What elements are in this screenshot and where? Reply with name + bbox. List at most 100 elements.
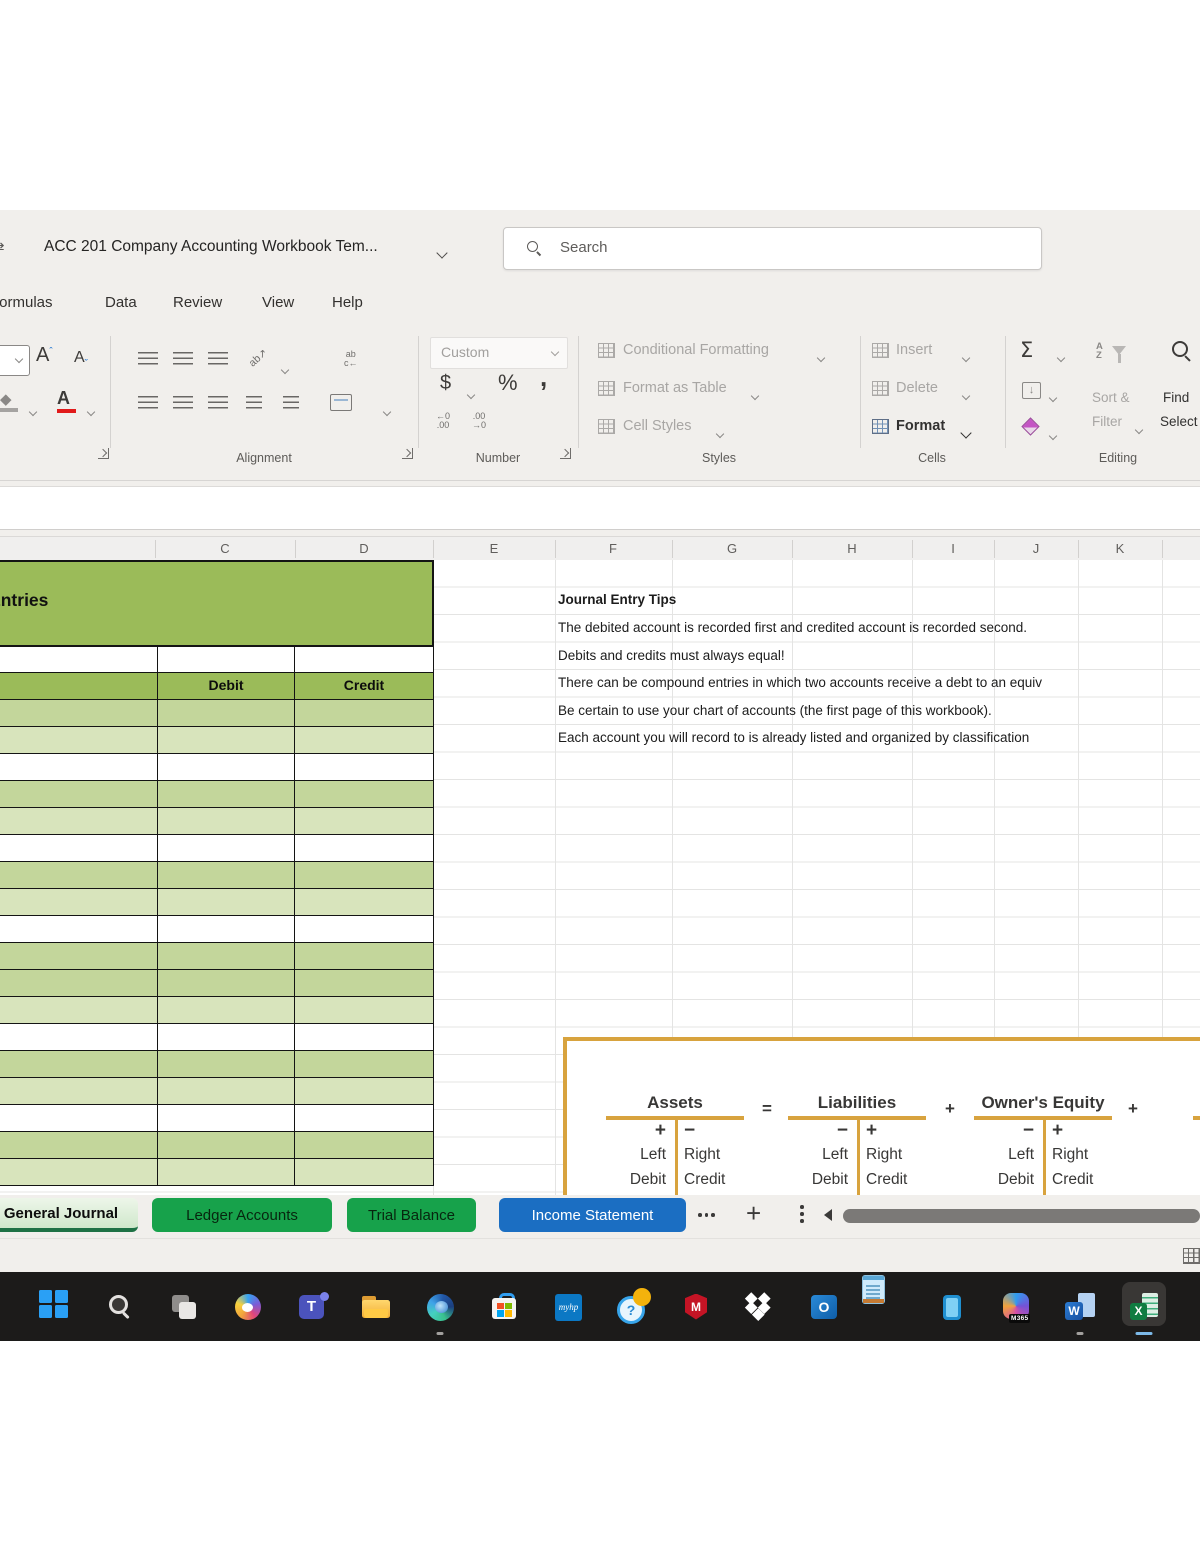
table-cell[interactable] xyxy=(158,647,295,672)
store-icon[interactable] xyxy=(487,1290,521,1324)
debit-cell[interactable] xyxy=(158,808,295,834)
alignment-dialog-launcher[interactable] xyxy=(402,448,413,459)
sheet-grid[interactable]: Journal EntriesDebitCreditJournal Entry … xyxy=(0,560,1200,1195)
taskbar-slot-mcafee[interactable]: M xyxy=(664,1272,728,1341)
autosum-chevron[interactable] xyxy=(1058,348,1064,366)
journal-entries-title-cell[interactable]: Journal Entries xyxy=(0,560,434,647)
account-cell[interactable] xyxy=(0,1051,158,1077)
help-icon[interactable]: ? xyxy=(615,1290,649,1324)
credit-cell[interactable] xyxy=(295,997,434,1023)
taskbar-slot-excel[interactable]: X xyxy=(1112,1272,1176,1341)
sort-filter-chevron[interactable] xyxy=(1136,420,1142,438)
debit-cell[interactable] xyxy=(158,835,295,861)
account-cell[interactable] xyxy=(0,700,158,726)
taskbar-slot-help[interactable]: ? xyxy=(600,1272,664,1341)
debit-cell[interactable] xyxy=(158,781,295,807)
account-cell[interactable] xyxy=(0,862,158,888)
account-cell[interactable] xyxy=(0,835,158,861)
account-cell[interactable] xyxy=(0,943,158,969)
taskbar-slot-phone-link[interactable] xyxy=(920,1272,984,1341)
credit-cell[interactable] xyxy=(295,700,434,726)
taskbar-slot-file-explorer[interactable] xyxy=(344,1272,408,1341)
menu-tab-help[interactable]: Help xyxy=(332,294,363,311)
menu-tab-review[interactable]: Review xyxy=(173,294,222,311)
format-button[interactable]: Format xyxy=(896,418,945,434)
mcafee-icon[interactable]: M xyxy=(679,1290,713,1324)
m365-copilot-icon[interactable]: M365 xyxy=(999,1290,1033,1324)
merge-center-chevron[interactable] xyxy=(384,402,390,420)
credit-cell[interactable] xyxy=(295,970,434,996)
account-cell[interactable] xyxy=(0,808,158,834)
account-cell[interactable] xyxy=(0,970,158,996)
credit-cell[interactable] xyxy=(295,1159,434,1185)
orientation-chevron[interactable] xyxy=(282,360,288,378)
credit-header-cell[interactable]: Credit xyxy=(295,673,434,699)
search-box[interactable]: Search xyxy=(503,227,1042,270)
credit-cell[interactable] xyxy=(295,727,434,753)
debit-cell[interactable] xyxy=(158,1105,295,1131)
number-format-dropdown[interactable]: Custom xyxy=(430,337,568,369)
taskbar-slot-myhp[interactable]: myhp xyxy=(536,1272,600,1341)
column-header-D[interactable]: D xyxy=(359,541,368,556)
align-right-icon[interactable] xyxy=(208,396,228,409)
credit-cell[interactable] xyxy=(295,781,434,807)
table-cell[interactable] xyxy=(0,647,158,672)
sheet-tab-trial-balance[interactable]: Trial Balance xyxy=(347,1198,476,1232)
cell-styles-button[interactable]: Cell Styles xyxy=(623,418,692,434)
decrease-indent-icon[interactable] xyxy=(246,396,262,409)
teams-icon[interactable]: T xyxy=(295,1290,329,1324)
credit-cell[interactable] xyxy=(295,1024,434,1050)
credit-cell[interactable] xyxy=(295,808,434,834)
column-header-H[interactable]: H xyxy=(847,541,856,556)
sort-filter-button-line2[interactable]: Filter xyxy=(1092,414,1122,429)
clear-chevron[interactable] xyxy=(1050,426,1056,444)
account-cell[interactable] xyxy=(0,916,158,942)
middle-align-icon[interactable] xyxy=(173,352,193,365)
cell-styles-chevron[interactable] xyxy=(717,424,723,442)
delete-chevron[interactable] xyxy=(963,386,969,404)
account-cell[interactable] xyxy=(0,1024,158,1050)
font-color-button[interactable]: A xyxy=(57,388,70,409)
increase-decimal-button[interactable]: .00 →0 xyxy=(472,412,486,430)
outlook-icon[interactable]: O xyxy=(807,1290,841,1324)
menu-tab-view[interactable]: View xyxy=(262,294,294,311)
table-cell[interactable] xyxy=(295,647,434,672)
taskbar-slot-word[interactable]: W xyxy=(1048,1272,1112,1341)
account-cell[interactable] xyxy=(0,727,158,753)
insert-chevron[interactable] xyxy=(963,348,969,366)
credit-cell[interactable] xyxy=(295,1078,434,1104)
column-header-E[interactable]: E xyxy=(490,541,499,556)
dropbox-icon[interactable] xyxy=(743,1290,777,1324)
column-header-I[interactable]: I xyxy=(951,541,955,556)
sheet-tab-income-statement[interactable]: Income Statement xyxy=(499,1198,686,1232)
accounting-equation-image[interactable]: Assets+LeftDebit−RightCreditLiabilities−… xyxy=(563,1037,1200,1203)
autosum-button[interactable]: Σ xyxy=(1020,338,1033,362)
fill-button[interactable]: ↓ xyxy=(1022,382,1041,399)
font-dialog-launcher[interactable] xyxy=(98,448,109,459)
horizontal-scrollbar-thumb[interactable] xyxy=(843,1209,1200,1223)
number-dialog-launcher[interactable] xyxy=(560,448,571,459)
top-align-icon[interactable] xyxy=(138,352,158,365)
account-cell[interactable] xyxy=(0,754,158,780)
debit-cell[interactable] xyxy=(158,754,295,780)
merge-center-icon[interactable] xyxy=(330,394,352,411)
credit-cell[interactable] xyxy=(295,916,434,942)
debit-cell[interactable] xyxy=(158,997,295,1023)
account-cell[interactable] xyxy=(0,1132,158,1158)
debit-cell[interactable] xyxy=(158,700,295,726)
task-view-icon[interactable] xyxy=(167,1290,201,1324)
taskbar-slot-store[interactable] xyxy=(472,1272,536,1341)
taskbar-slot-copilot[interactable] xyxy=(216,1272,280,1341)
credit-cell[interactable] xyxy=(295,1132,434,1158)
grow-font-button[interactable]: Aˆ xyxy=(36,344,52,367)
fill-color-button[interactable]: ◆ xyxy=(0,390,12,408)
taskbar-slot-m365-copilot[interactable]: M365 xyxy=(984,1272,1048,1341)
accounting-format-chevron[interactable] xyxy=(468,385,474,403)
debit-cell[interactable] xyxy=(158,1024,295,1050)
debit-cell[interactable] xyxy=(158,1132,295,1158)
start-icon[interactable] xyxy=(36,1287,76,1327)
account-cell[interactable] xyxy=(0,997,158,1023)
edge-icon[interactable] xyxy=(423,1290,457,1324)
column-headers[interactable]: CDEFGHIJK xyxy=(0,536,1200,562)
accounting-format-button[interactable]: $ xyxy=(440,372,451,395)
